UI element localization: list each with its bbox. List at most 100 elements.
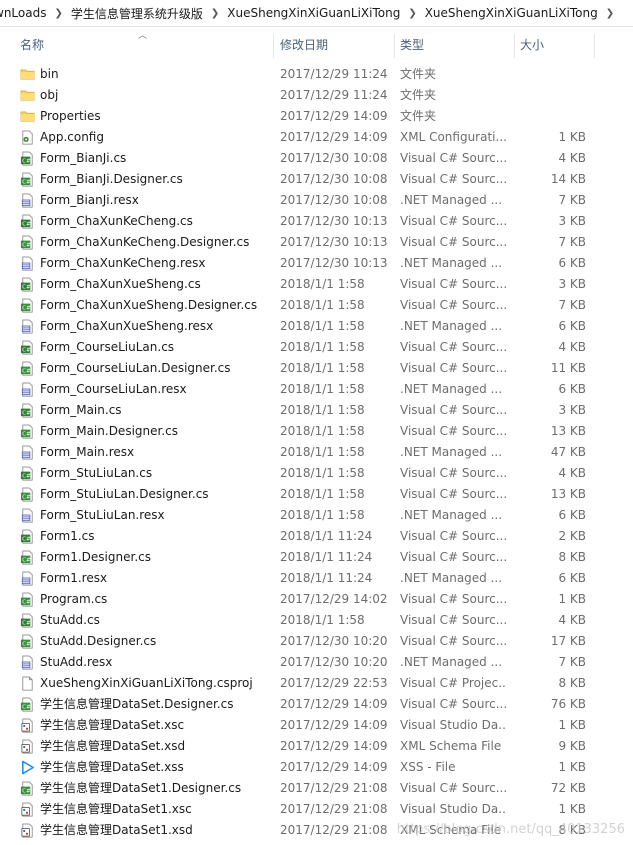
svg-text:C#: C# bbox=[22, 474, 31, 480]
file-size: 6 KB bbox=[558, 319, 586, 333]
file-row[interactable]: C# Program.cs 2017/12/29 14:02 Visual C# So… bbox=[0, 589, 633, 610]
csharp-file-icon: C# bbox=[20, 424, 35, 439]
file-size: 6 KB bbox=[558, 256, 586, 270]
file-name: XueShengXinXiGuanLiXiTong.csproj bbox=[40, 676, 253, 690]
file-type: XML Configurati... bbox=[400, 130, 506, 144]
file-name: Form_BianJi.cs bbox=[40, 151, 127, 165]
file-row[interactable]: 学生信息管理DataSet1.xsc 2017/12/29 21:08 Visual… bbox=[0, 799, 633, 820]
file-type: Visual C# Sourc... bbox=[400, 214, 506, 228]
file-row[interactable]: C# Form_BianJi.Designer.cs 2017/12/30 10:0… bbox=[0, 169, 633, 190]
file-row[interactable]: C# Form_CourseLiuLan.Designer.cs 2018/1/1 … bbox=[0, 358, 633, 379]
file-type: Visual C# Sourc... bbox=[400, 235, 506, 249]
file-type: Visual C# Sourc... bbox=[400, 697, 506, 711]
column-divider[interactable] bbox=[394, 34, 395, 58]
column-header-size[interactable]: 大小 bbox=[520, 30, 590, 60]
file-row[interactable]: C# Form_ChaXunKeCheng.cs 2017/12/30 10:13 V… bbox=[0, 211, 633, 232]
svg-text:C#: C# bbox=[22, 411, 31, 417]
csharp-form-icon: C# bbox=[20, 466, 35, 481]
breadcrumb-item-current[interactable]: XueShengXinXiGuanLiXiTong bbox=[419, 6, 604, 20]
file-row[interactable]: Form_StuLiuLan.resx 2018/1/1 1:58 .NET Man… bbox=[0, 505, 633, 526]
file-modified-date: 2017/12/30 10:13 bbox=[280, 256, 388, 270]
file-size: 8 KB bbox=[558, 550, 586, 564]
file-row[interactable]: Form_BianJi.resx 2017/12/30 10:08 .NET Man… bbox=[0, 190, 633, 211]
file-size: 17 KB bbox=[550, 634, 586, 648]
resx-file-icon bbox=[20, 382, 35, 397]
file-row[interactable]: C# StuAdd.Designer.cs 2017/12/30 10:20 Visu… bbox=[0, 631, 633, 652]
file-row[interactable]: obj 2017/12/29 11:24 文件夹 bbox=[0, 85, 633, 106]
file-modified-date: 2018/1/1 11:24 bbox=[280, 529, 373, 543]
file-size: 6 KB bbox=[558, 382, 586, 396]
file-type: Visual C# Sourc... bbox=[400, 298, 506, 312]
chevron-right-icon[interactable]: ❯ bbox=[604, 8, 616, 19]
file-row[interactable]: C# Form_BianJi.cs 2017/12/30 10:08 Visual C… bbox=[0, 148, 633, 169]
file-type: Visual C# Sourc... bbox=[400, 529, 506, 543]
column-divider[interactable] bbox=[273, 34, 274, 58]
file-row[interactable]: 学生信息管理DataSet.xsd 2017/12/29 14:09 XML Sch… bbox=[0, 736, 633, 757]
file-row[interactable]: C# Form_StuLiuLan.Designer.cs 2018/1/1 1:5… bbox=[0, 484, 633, 505]
svg-text:C#: C# bbox=[22, 285, 31, 291]
file-modified-date: 2018/1/1 1:58 bbox=[280, 424, 365, 438]
chevron-right-icon[interactable]: ❯ bbox=[209, 8, 221, 19]
column-header-date[interactable]: 修改日期 bbox=[280, 30, 392, 60]
file-row[interactable]: C# Form_Main.cs 2018/1/1 1:58 Visual C# Sou… bbox=[0, 400, 633, 421]
column-divider[interactable] bbox=[514, 34, 515, 58]
column-header-name[interactable]: 名称 bbox=[20, 30, 270, 60]
breadcrumb-item-project-root[interactable]: 学生信息管理系统升级版 bbox=[65, 5, 209, 22]
file-row[interactable]: Properties 2017/12/29 14:09 文件夹 bbox=[0, 106, 633, 127]
file-name: Program.cs bbox=[40, 592, 108, 606]
file-modified-date: 2017/12/30 10:08 bbox=[280, 193, 388, 207]
svg-text:C#: C# bbox=[22, 222, 31, 228]
breadcrumb-item-downloads[interactable]: wnLoads bbox=[0, 6, 52, 20]
file-row[interactable]: C# StuAdd.cs 2018/1/1 1:58 Visual C# Sourc.… bbox=[0, 610, 633, 631]
file-row[interactable]: C# Form1.cs 2018/1/1 11:24 Visual C# Sourc.… bbox=[0, 526, 633, 547]
file-modified-date: 2017/12/29 14:09 bbox=[280, 760, 388, 774]
file-row[interactable]: Form_ChaXunKeCheng.resx 2017/12/30 10:13.… bbox=[0, 253, 633, 274]
file-row[interactable]: 学生信息管理DataSet.xsc 2017/12/29 14:09 Visual … bbox=[0, 715, 633, 736]
file-row[interactable]: C# 学生信息管理DataSet.Designer.cs 2017/12/29 14… bbox=[0, 694, 633, 715]
file-row[interactable]: bin 2017/12/29 11:24 文件夹 bbox=[0, 64, 633, 85]
file-row[interactable]: Form_Main.resx 2018/1/1 1:58 .NET Managed … bbox=[0, 442, 633, 463]
file-type: .NET Managed ... bbox=[400, 256, 503, 270]
file-name: Form_Main.Designer.cs bbox=[40, 424, 178, 438]
file-size: 4 KB bbox=[558, 340, 586, 354]
file-modified-date: 2017/12/29 21:08 bbox=[280, 823, 388, 837]
file-type: 文件夹 bbox=[400, 109, 437, 123]
svg-text:C#: C# bbox=[22, 537, 31, 543]
file-modified-date: 2017/12/29 22:53 bbox=[280, 676, 388, 690]
file-modified-date: 2018/1/1 1:58 bbox=[280, 319, 365, 333]
file-row[interactable]: XueShengXinXiGuanLiXiTong.csproj 2017/12/… bbox=[0, 673, 633, 694]
file-row[interactable]: C# Form_ChaXunXueSheng.cs 2018/1/1 1:58 Vis… bbox=[0, 274, 633, 295]
file-row[interactable]: C# Form_ChaXunKeCheng.Designer.cs 2017/12/… bbox=[0, 232, 633, 253]
resx-file-icon bbox=[20, 193, 35, 208]
file-size: 13 KB bbox=[550, 487, 586, 501]
column-divider[interactable] bbox=[594, 34, 595, 58]
file-row[interactable]: Form_ChaXunXueSheng.resx 2018/1/1 1:58 .NE… bbox=[0, 316, 633, 337]
file-row[interactable]: C# Form1.Designer.cs 2018/1/1 11:24 Visual … bbox=[0, 547, 633, 568]
file-type: XML Schema File bbox=[400, 739, 502, 753]
chevron-right-icon[interactable]: ❯ bbox=[406, 8, 418, 19]
resx-file-icon bbox=[20, 571, 35, 586]
folder-icon bbox=[20, 67, 35, 82]
file-row[interactable]: Form_CourseLiuLan.resx 2018/1/1 1:58 .NET … bbox=[0, 379, 633, 400]
file-name: Form1.cs bbox=[40, 529, 95, 543]
file-name: Form_BianJi.resx bbox=[40, 193, 139, 207]
file-row[interactable]: C# Form_ChaXunXueSheng.Designer.cs 2018/1/… bbox=[0, 295, 633, 316]
file-size: 4 KB bbox=[558, 466, 586, 480]
file-row[interactable]: App.config 2017/12/29 14:09 XML Configurat… bbox=[0, 127, 633, 148]
breadcrumb-item-solution[interactable]: XueShengXinXiGuanLiXiTong bbox=[221, 6, 406, 20]
csharp-file-icon: C# bbox=[20, 634, 35, 649]
file-row[interactable]: 学生信息管理DataSet.xss 2017/12/29 14:09 XSS - F… bbox=[0, 757, 633, 778]
file-size: 1 KB bbox=[558, 130, 586, 144]
file-row[interactable]: C# 学生信息管理DataSet1.Designer.cs 2017/12/29 2… bbox=[0, 778, 633, 799]
file-row[interactable]: C# Form_CourseLiuLan.cs 2018/1/1 1:58 Visua… bbox=[0, 337, 633, 358]
file-size: 47 KB bbox=[550, 445, 586, 459]
file-row[interactable]: C# Form_Main.Designer.cs 2018/1/1 1:58 Visu… bbox=[0, 421, 633, 442]
file-modified-date: 2018/1/1 11:24 bbox=[280, 571, 373, 585]
column-header-type[interactable]: 类型 bbox=[400, 30, 510, 60]
file-row[interactable]: StuAdd.resx 2017/12/30 10:20 .NET Managed … bbox=[0, 652, 633, 673]
svg-text:C#: C# bbox=[22, 789, 31, 795]
file-row[interactable]: Form1.resx 2018/1/1 11:24 .NET Managed ...… bbox=[0, 568, 633, 589]
csharp-form-icon: C# bbox=[20, 151, 35, 166]
file-row[interactable]: C# Form_StuLiuLan.cs 2018/1/1 1:58 Visual C… bbox=[0, 463, 633, 484]
chevron-right-icon[interactable]: ❯ bbox=[52, 8, 64, 19]
